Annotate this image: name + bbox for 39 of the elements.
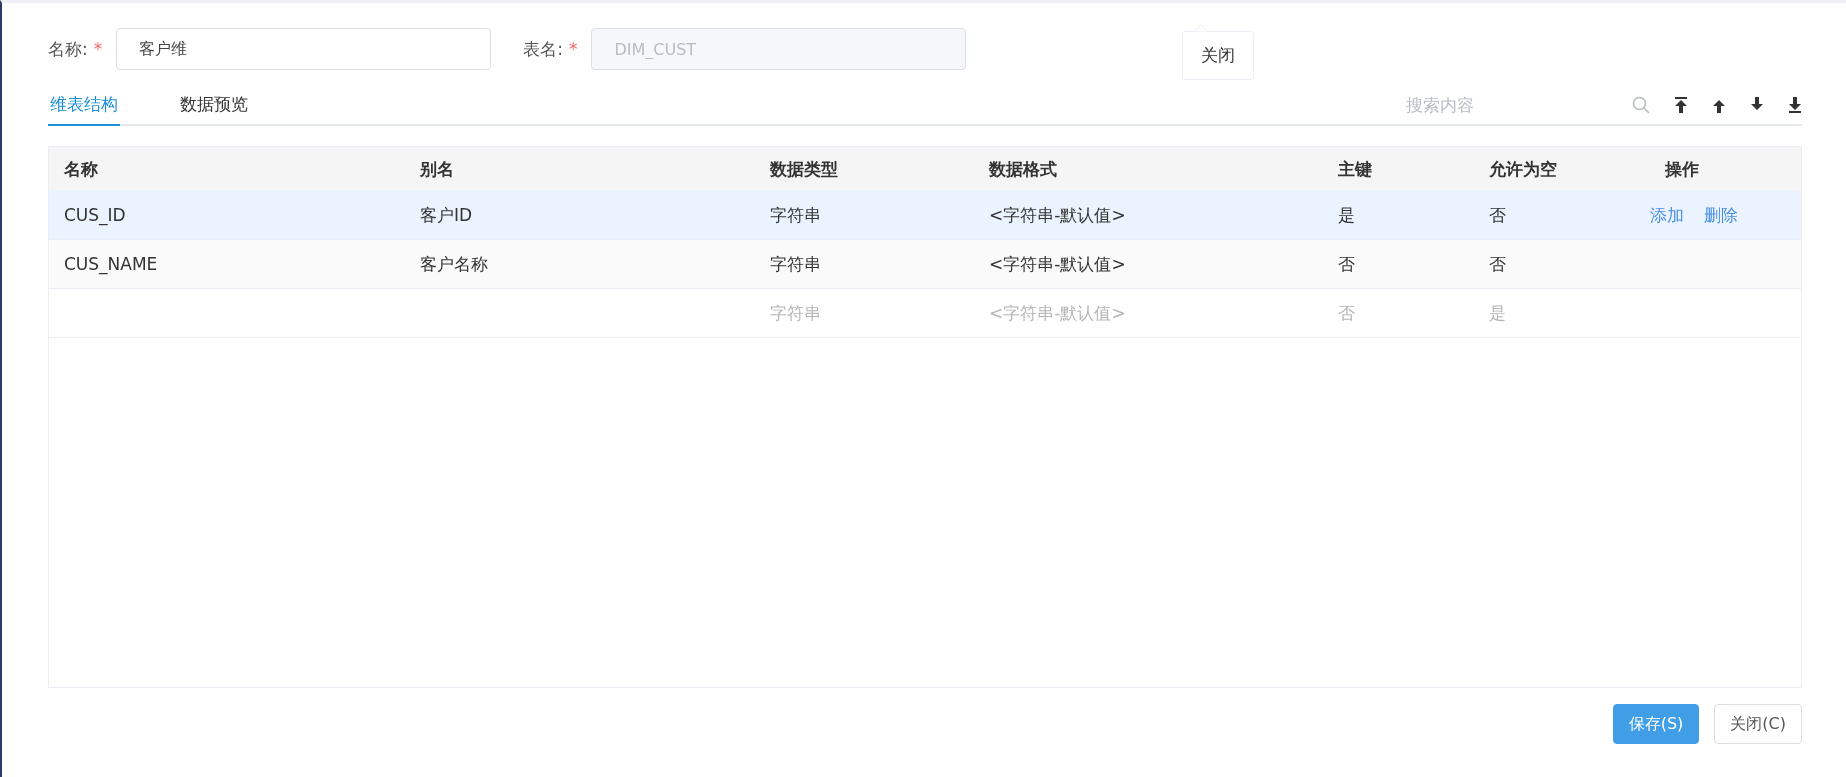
table-row[interactable]: CUS_NAME 客户名称 字符串 <字符串-默认值> 否 否 [49,240,1801,289]
table-cell-text: 客户名称 [419,252,489,276]
action-link[interactable]: 删除 [1704,204,1738,225]
table-cell-text: 客户ID [419,203,474,227]
table-cell-text: 字符串 [769,252,822,276]
table-cell-text: 是 [1488,301,1507,325]
name-label: 名称: [48,37,88,61]
save-button[interactable]: 保存(S) [1612,704,1700,744]
column-header: 允许为空 [1488,157,1558,181]
column-header: 数据类型 [769,157,839,181]
table-cell-text: <字符串-默认值> [988,203,1127,227]
table-cell-text: 字符串 [769,203,822,227]
required-mark: * [568,39,578,59]
name-input[interactable]: 客户维 [116,28,492,70]
table-cell-text: CUS_ID [63,205,127,225]
table-cell-text: CUS_NAME [63,254,159,274]
table-row[interactable]: CUS_ID 客户ID 字符串 <字符串-默认值> 是 否 添加 删除 [49,191,1801,240]
table-name-label: 表名: [523,37,563,61]
column-header: 数据格式 [988,157,1058,181]
table-cell-text: 否 [1337,252,1356,276]
move-bottom-icon[interactable] [1788,96,1802,114]
tab[interactable]: 维表结构 [48,93,120,126]
tab[interactable]: 数据预览 [178,93,250,126]
table-cell-text: 是 [1337,203,1356,227]
column-header: 主键 [1337,157,1373,181]
table-cell-text: 否 [1337,301,1356,325]
move-top-icon[interactable] [1674,96,1688,114]
required-mark: * [93,39,103,59]
table-cell-text: 否 [1488,203,1507,227]
tooltip: 关闭 [1182,31,1254,80]
table-cell-text: 否 [1488,252,1507,276]
column-header: 操作 [1663,157,1700,181]
column-header: 名称 [63,157,99,181]
table-cell-text: <字符串-默认值> [988,252,1127,276]
table-cell-text: 字符串 [769,301,822,325]
close-button[interactable]: 关闭(C) [1714,704,1802,744]
table-cell-text: <字符串-默认值> [988,301,1127,325]
column-header: 别名 [419,157,455,181]
action-link[interactable]: 添加 [1650,204,1684,225]
